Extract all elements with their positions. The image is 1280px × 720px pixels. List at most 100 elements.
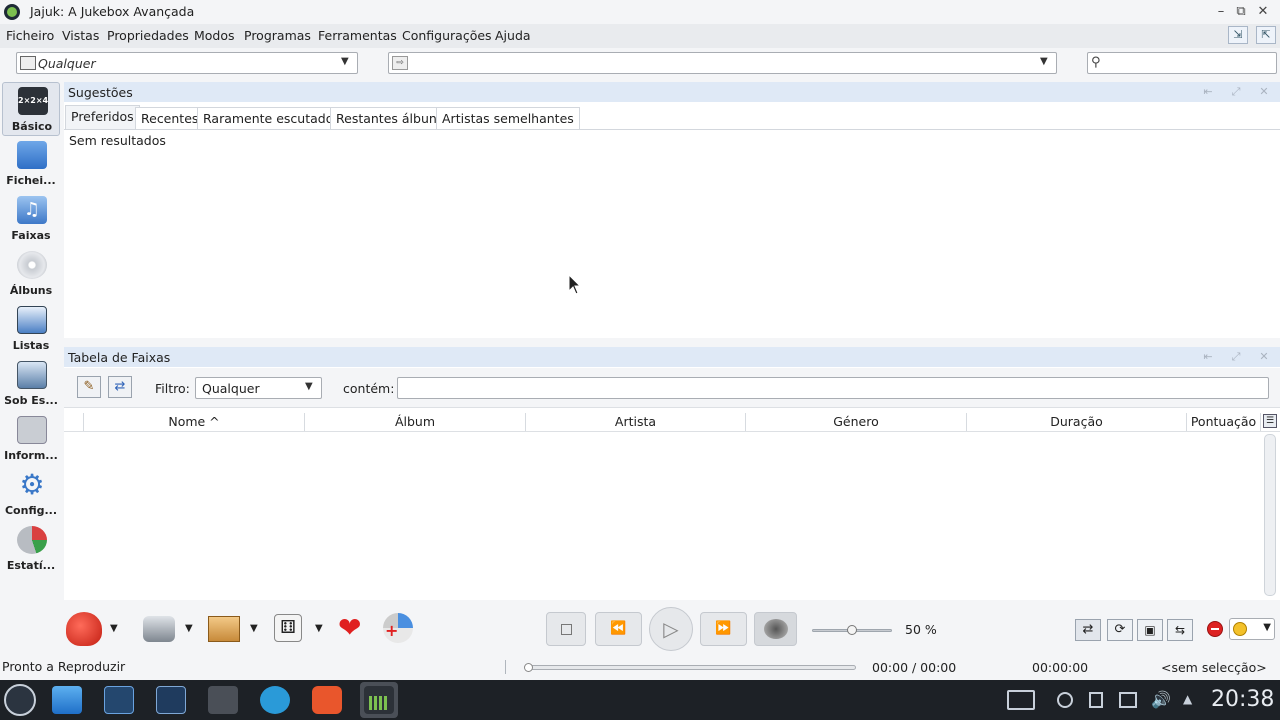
check-icon[interactable] xyxy=(1057,692,1073,708)
close-view-icon[interactable]: ✕ xyxy=(1257,350,1271,364)
column-nome[interactable]: Nome ^ xyxy=(84,413,305,431)
maximize-view-icon[interactable]: ⤢ xyxy=(1229,85,1243,99)
tab-restantes-albuns[interactable]: Restantes álbuns xyxy=(330,107,450,129)
monitor-icon xyxy=(17,361,47,389)
tab-raramente-escutados[interactable]: Raramente escutados xyxy=(197,107,346,129)
menu-programas[interactable]: Programas xyxy=(244,28,311,43)
perspective-configuracao[interactable]: ⚙ Config... xyxy=(2,467,60,521)
telegram-icon[interactable] xyxy=(260,686,290,714)
maximize-view-icon[interactable]: ⤢ xyxy=(1229,350,1243,364)
stop-button[interactable] xyxy=(546,612,586,646)
perspective-label: Estatí... xyxy=(6,559,56,572)
menu-modos[interactable]: Modos xyxy=(194,28,235,43)
perspective-ficheiros[interactable]: Fichei... xyxy=(2,137,60,191)
mood-select[interactable]: ▼ xyxy=(1229,618,1275,640)
radio-icon[interactable] xyxy=(66,612,102,646)
brave-browser-icon[interactable] xyxy=(312,686,342,714)
settings-app-icon[interactable] xyxy=(104,686,134,714)
repeat-all-icon[interactable]: ▣ xyxy=(1137,619,1163,641)
filter-value: Qualquer xyxy=(202,381,260,396)
perspective-estatisticas[interactable]: Estatí... xyxy=(2,522,60,576)
perspective-listas[interactable]: Listas xyxy=(2,302,60,356)
close-view-icon[interactable]: ✕ xyxy=(1257,85,1271,99)
position-slider[interactable] xyxy=(526,665,856,670)
close-icon[interactable]: ✕ xyxy=(1254,3,1272,21)
undock-icon[interactable]: ⇤ xyxy=(1201,350,1215,364)
radio-dropdown-icon[interactable]: ▼ xyxy=(110,623,118,634)
contains-input[interactable] xyxy=(397,377,1269,399)
mute-button[interactable] xyxy=(754,612,797,646)
column-genero[interactable]: Género xyxy=(746,413,967,431)
sync-icon[interactable]: ⇄ xyxy=(108,376,132,398)
restore-layout-icon[interactable]: ⇲ xyxy=(1228,26,1248,44)
perspective-label: Config... xyxy=(4,504,58,517)
perspective-informacao[interactable]: Inform... xyxy=(2,412,60,466)
tab-preferidos[interactable]: Preferidos xyxy=(65,105,140,129)
perspective-faixas[interactable]: ♫ Faixas xyxy=(2,192,60,246)
tab-recentes[interactable]: Recentes xyxy=(135,107,205,129)
status-divider xyxy=(505,660,506,674)
clock[interactable]: 20:38 xyxy=(1211,687,1274,712)
menu-ferramentas[interactable]: Ferramentas xyxy=(318,28,397,43)
search-input[interactable]: ⚲ xyxy=(1087,52,1277,74)
cd-add-icon[interactable]: + xyxy=(383,613,413,643)
tab-artistas-semelhantes[interactable]: Artistas semelhantes xyxy=(436,107,580,129)
music-note-icon: ♫ xyxy=(17,196,47,224)
desktop-overview-icon[interactable] xyxy=(1007,690,1035,710)
next-button[interactable]: ⏩ xyxy=(700,612,747,646)
tab-divider xyxy=(64,129,1280,130)
column-chooser-icon[interactable]: ☰ xyxy=(1263,414,1277,428)
tracks-panel-header xyxy=(64,347,1280,367)
heart-icon[interactable]: ❤ xyxy=(338,612,361,644)
undock-icon[interactable]: ⇤ xyxy=(1201,85,1215,99)
volume-slider-knob[interactable] xyxy=(847,625,857,635)
edit-icon[interactable]: ✎ xyxy=(77,376,101,398)
column-duracao[interactable]: Duração xyxy=(967,413,1187,431)
previous-button[interactable]: ⏪ xyxy=(595,612,642,646)
filter-select[interactable]: Qualquer ▼ xyxy=(195,377,322,399)
minimize-icon[interactable]: – xyxy=(1212,3,1230,21)
menu-configuracoes[interactable]: Configurações xyxy=(402,28,492,43)
maximize-icon[interactable]: ⧉ xyxy=(1232,3,1250,21)
menu-propriedades[interactable]: Propriedades xyxy=(107,28,189,43)
box-icon[interactable] xyxy=(208,616,240,642)
fullscreen-icon[interactable]: ⇱ xyxy=(1256,26,1276,44)
perspective-basico[interactable]: 2×2×4 Básico xyxy=(2,82,60,136)
terminal-icon[interactable] xyxy=(208,686,238,714)
dice-icon[interactable]: ⚅ xyxy=(274,614,302,642)
menu-ajuda[interactable]: Ajuda xyxy=(495,28,531,43)
menu-ficheiro[interactable]: Ficheiro xyxy=(6,28,54,43)
total-time-text: 00:00:00 xyxy=(1032,660,1089,675)
ambience-value: Qualquer xyxy=(38,56,96,71)
table-scrollbar[interactable] xyxy=(1264,434,1276,596)
filter-label: Filtro: xyxy=(155,381,190,396)
store-icon[interactable] xyxy=(156,686,186,714)
box-dropdown-icon[interactable]: ▼ xyxy=(250,623,258,634)
repeat-icon[interactable]: ⟳ xyxy=(1107,619,1133,641)
perspective-albuns[interactable]: Álbuns xyxy=(2,247,60,301)
play-button[interactable]: ▷ xyxy=(649,607,693,651)
selection-text: <sem selecção> xyxy=(1161,660,1267,675)
volume-tray-icon[interactable]: 🔊 xyxy=(1151,690,1171,709)
clipboard-icon[interactable] xyxy=(1089,692,1103,708)
history-select[interactable]: ⇨ ▼ xyxy=(388,52,1057,74)
mouse-cursor-icon xyxy=(568,274,582,295)
column-artista[interactable]: Artista xyxy=(526,413,746,431)
column-album[interactable]: Álbum xyxy=(305,413,526,431)
dice-dropdown-icon[interactable]: ▼ xyxy=(315,623,323,634)
stop-after-icon[interactable] xyxy=(1207,621,1223,637)
perspective-label: Sob Es... xyxy=(4,394,58,407)
perspective-sob-escuta[interactable]: Sob Es... xyxy=(2,357,60,411)
queue-icon[interactable]: ⇄ xyxy=(1075,619,1101,641)
column-pontuacao[interactable]: Pontuação xyxy=(1187,413,1261,431)
tray-expand-icon[interactable]: ▲ xyxy=(1183,692,1192,706)
shuffle-icon[interactable] xyxy=(143,616,175,642)
start-menu-icon[interactable] xyxy=(4,684,36,716)
network-icon[interactable] xyxy=(1119,692,1137,708)
shuffle-dropdown-icon[interactable]: ▼ xyxy=(185,623,193,634)
continue-icon[interactable]: ⇆ xyxy=(1167,619,1193,641)
jajuk-app-icon[interactable] xyxy=(364,686,394,714)
position-slider-knob[interactable] xyxy=(524,663,533,672)
menu-vistas[interactable]: Vistas xyxy=(62,28,99,43)
file-manager-icon[interactable] xyxy=(52,686,82,714)
